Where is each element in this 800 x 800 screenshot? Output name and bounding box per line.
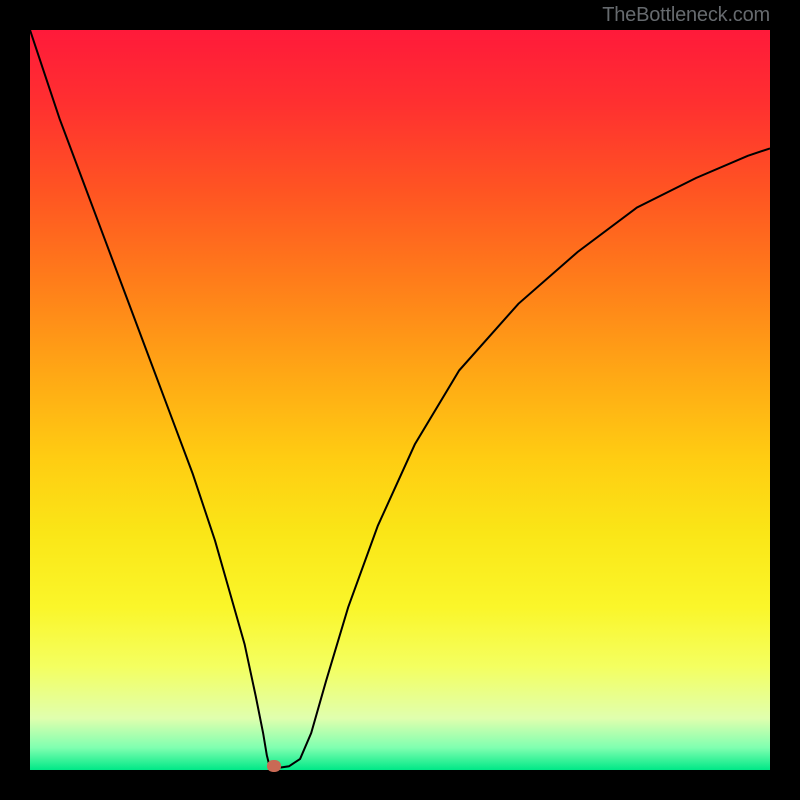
curve-svg (30, 30, 770, 770)
source-attribution: TheBottleneck.com (602, 4, 770, 27)
bottleneck-curve (30, 30, 770, 770)
chart-frame: TheBottleneck.com (0, 0, 800, 800)
optimum-marker (267, 760, 281, 772)
plot-area (30, 30, 770, 770)
